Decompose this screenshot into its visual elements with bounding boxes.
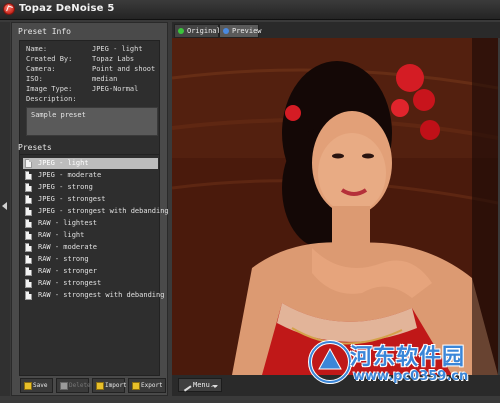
preset-item[interactable]: JPEG - strongest with debanding <box>23 206 169 217</box>
preset-item[interactable]: RAW - strongest with debanding <box>23 290 164 301</box>
preset-item[interactable]: JPEG - strong <box>23 182 158 193</box>
presets-list: JPEG - light JPEG - moderate JPEG - stro… <box>19 154 169 376</box>
blue-dot-icon <box>223 28 229 34</box>
preset-info-heading: Preset Info <box>18 27 71 36</box>
import-icon <box>96 382 104 390</box>
watermark: 河东软件园 www.pc0359.cn <box>305 335 500 395</box>
tab-original[interactable]: Original <box>174 24 221 38</box>
wrench-icon <box>180 380 192 392</box>
collapse-arrow-icon[interactable] <box>2 202 7 210</box>
left-panel: Preset Info Name: JPEG - light Created By… <box>11 22 169 396</box>
document-icon <box>25 219 32 228</box>
document-icon <box>25 267 32 276</box>
window-title: Topaz DeNoise 5 <box>19 3 115 14</box>
watermark-logo-icon <box>308 340 352 384</box>
portrait-photo <box>172 38 498 375</box>
save-button[interactable]: Save <box>20 378 53 393</box>
document-icon <box>25 195 32 204</box>
watermark-url: www.pc0359.cn <box>353 369 469 384</box>
green-dot-icon <box>178 28 184 34</box>
delete-button[interactable]: Delete <box>56 378 91 393</box>
document-icon <box>25 279 32 288</box>
tab-preview[interactable]: Preview <box>219 24 262 38</box>
preset-item[interactable]: RAW - strong <box>23 254 158 265</box>
document-icon <box>25 171 32 180</box>
preset-item[interactable]: RAW - moderate <box>23 242 158 253</box>
preset-actions: Save Delete Import Export <box>20 378 168 394</box>
save-icon <box>24 382 32 390</box>
preset-item[interactable]: JPEG - moderate <box>23 170 158 181</box>
view-tabs: Original Preview <box>172 22 500 38</box>
panel-splitter[interactable] <box>0 22 10 396</box>
app-logo-icon <box>3 3 15 15</box>
preset-item[interactable]: JPEG - strongest <box>23 194 158 205</box>
preset-item[interactable]: RAW - strongest <box>23 278 158 289</box>
preset-item[interactable]: RAW - light <box>23 230 158 241</box>
document-icon <box>25 159 32 168</box>
description-field[interactable]: Sample preset <box>26 107 158 136</box>
preview-image[interactable] <box>172 38 498 375</box>
export-button[interactable]: Export <box>128 378 166 393</box>
watermark-text: 河东软件园 <box>350 345 466 370</box>
document-icon <box>25 231 32 240</box>
preset-item[interactable]: JPEG - light <box>23 158 158 169</box>
menu-button[interactable]: Menu.. <box>178 378 222 392</box>
preset-item[interactable]: RAW - stronger <box>23 266 158 277</box>
document-icon <box>25 243 32 252</box>
document-icon <box>25 291 32 300</box>
presets-heading: Presets <box>18 143 52 152</box>
document-icon <box>25 183 32 192</box>
export-icon <box>132 382 140 390</box>
chevron-down-icon <box>212 385 218 388</box>
preset-item[interactable]: RAW - lightest <box>23 218 158 229</box>
import-button[interactable]: Import <box>92 378 127 393</box>
title-bar: Topaz DeNoise 5 <box>0 0 500 20</box>
document-icon <box>25 207 32 216</box>
delete-icon <box>60 382 68 390</box>
document-icon <box>25 255 32 264</box>
